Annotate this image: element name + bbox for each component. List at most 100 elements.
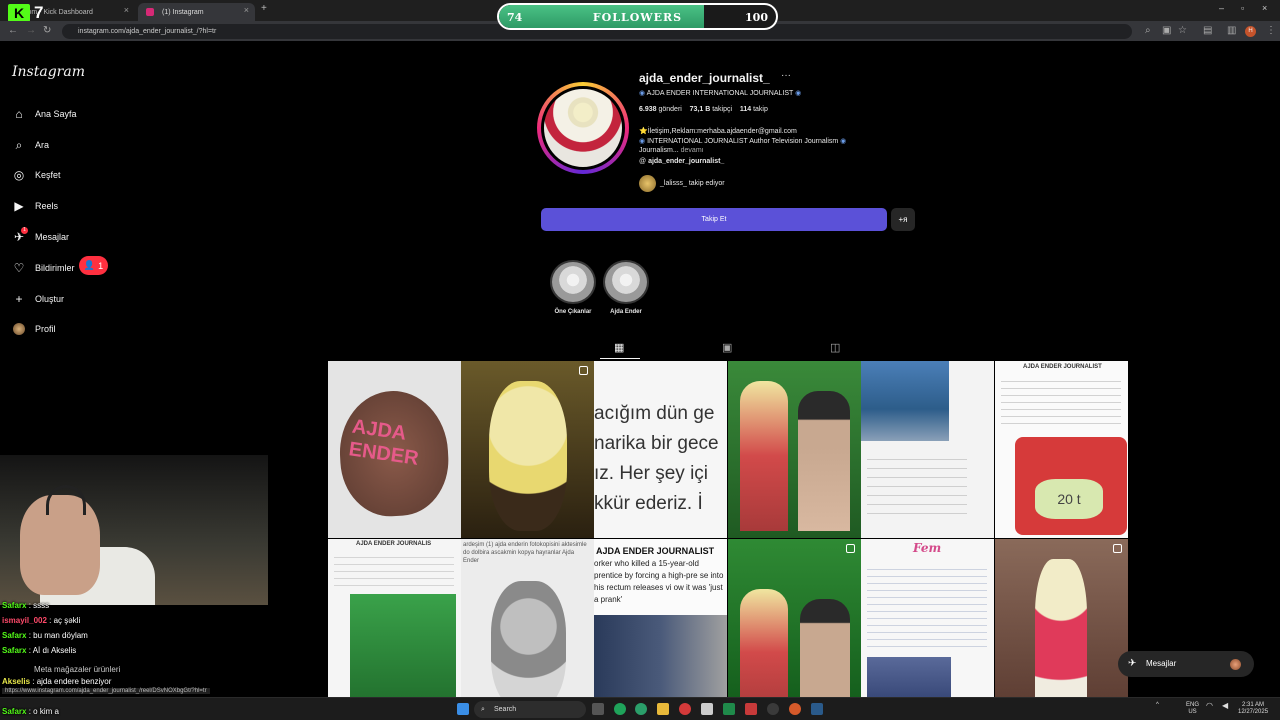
- messages-floating-button[interactable]: ✈ Mesajlar: [1118, 651, 1254, 677]
- post-thumbnail[interactable]: AJDA ENDER JOURNALIST 20 t: [995, 361, 1128, 538]
- cast-icon[interactable]: ▣: [1162, 25, 1171, 36]
- chat-message: Safarx : Aİ dı Akselis: [2, 646, 77, 655]
- sidebar-item-search[interactable]: ⌕ Ara: [12, 134, 49, 156]
- notifications-badge[interactable]: 👤 1: [79, 256, 108, 275]
- chat-message: ismayil_002 : aç şəkli: [2, 616, 81, 625]
- sidebar-item-reels[interactable]: ▶ Reels: [12, 195, 58, 217]
- tray-chevron-icon[interactable]: ^: [1156, 702, 1159, 709]
- sidebar-icon[interactable]: ▥: [1227, 25, 1236, 36]
- post-figure: [740, 589, 788, 697]
- tab-instagram[interactable]: (1) Instagram ×: [138, 3, 255, 21]
- bio-truncated: Journalism... devamı: [639, 147, 704, 154]
- reel-icon: [1113, 544, 1122, 553]
- followers-goal-label: FOLLOWERS: [592, 11, 683, 24]
- instagram-logo[interactable]: Instagram: [12, 64, 85, 80]
- post-thumbnail[interactable]: [861, 361, 994, 538]
- post-thumbnail[interactable]: ardeşim (1) ajda enderin fotokopisini ak…: [461, 539, 594, 697]
- sidebar-item-home[interactable]: ⌂ Ana Sayfa: [12, 103, 76, 125]
- profile-category-line: ◉ AJDA ENDER INTERNATIONAL JOURNALIST ◉: [639, 90, 802, 97]
- network-icon[interactable]: ◠: [1206, 702, 1213, 710]
- close-window-icon[interactable]: ×: [1262, 3, 1267, 13]
- store-icon[interactable]: [701, 703, 713, 715]
- globe-icon: ◉: [795, 90, 802, 97]
- reel-icon: [579, 366, 588, 375]
- reel-icon: [846, 544, 855, 553]
- sidebar-item-notifications[interactable]: ♡ Bildirimler: [12, 257, 75, 279]
- followers-count[interactable]: 73,1 B: [690, 106, 711, 113]
- post-thumbnail[interactable]: acığım dün ge narika bir gece ız. Her şe…: [594, 361, 727, 538]
- minimize-icon[interactable]: –: [1219, 3, 1224, 13]
- obs-icon[interactable]: [767, 703, 779, 715]
- chat-message: Safarx : bu man döylam: [2, 631, 88, 640]
- post-figure: [1035, 559, 1087, 697]
- chrome-icon[interactable]: [614, 703, 626, 715]
- post-thumbnail[interactable]: AJDA ENDER JOURNALIS: [328, 539, 461, 697]
- more-options-icon[interactable]: ···: [781, 70, 791, 81]
- new-tab-button[interactable]: +: [261, 3, 267, 14]
- post-photo: [594, 615, 727, 697]
- sidebar-item-explore[interactable]: ◎ Keşfet: [12, 164, 61, 186]
- profile-avatar-icon[interactable]: H: [1245, 26, 1256, 37]
- extensions-icon[interactable]: ▤: [1203, 25, 1212, 36]
- highlight-label: Ajda Ender: [610, 309, 642, 315]
- suggest-users-button[interactable]: +ᴙ: [891, 208, 915, 231]
- bio-titles: ◉ INTERNATIONAL JOURNALIST Author Televi…: [639, 138, 847, 145]
- grid-icon[interactable]: ▦: [614, 341, 624, 354]
- post-thumbnail[interactable]: AJDA ENDER: [328, 361, 461, 538]
- kick-logo-number: 7: [34, 3, 44, 22]
- forward-icon[interactable]: →: [26, 25, 36, 36]
- post-thumbnail[interactable]: [461, 361, 594, 538]
- link-status-bar: https://www.instagram.com/ajda_ender_jou…: [2, 688, 210, 694]
- post-thumbnail[interactable]: [728, 361, 861, 538]
- post-thumbnail[interactable]: [728, 539, 861, 697]
- followed-by[interactable]: _lalisss_ takip ediyor: [639, 175, 725, 192]
- sidebar-item-profile[interactable]: Profil: [12, 318, 56, 340]
- posts-count: 6.938: [639, 106, 657, 113]
- close-tab-icon[interactable]: ×: [244, 5, 249, 15]
- windows-taskbar: ⌕ Search ^ ENG US ◠ ◀ 2:31 AM 12/27/2025: [0, 697, 1280, 720]
- bookmark-star-icon[interactable]: ☆: [1178, 25, 1187, 36]
- language-indicator[interactable]: ENG US: [1186, 702, 1199, 716]
- followers-target: 100: [745, 11, 768, 24]
- kick-app-icon[interactable]: [723, 703, 735, 715]
- calendar-icon[interactable]: [745, 703, 757, 715]
- plus-icon: +: [15, 292, 23, 306]
- highlight-ajda-ender[interactable]: [603, 260, 649, 304]
- post-thumbnail[interactable]: Fem: [861, 539, 994, 697]
- steam-icon[interactable]: [811, 703, 823, 715]
- chrome-icon[interactable]: [635, 703, 647, 715]
- task-view-icon[interactable]: [592, 703, 604, 715]
- kick-logo-icon: K: [8, 4, 30, 22]
- back-icon[interactable]: ←: [8, 25, 18, 36]
- reels-tab-icon[interactable]: ▣: [722, 341, 732, 354]
- chrome-icon[interactable]: [789, 703, 801, 715]
- follow-button[interactable]: Takip Et: [541, 208, 887, 231]
- profile-username: ajda_ender_journalist_: [639, 71, 770, 85]
- post-thumbnail[interactable]: [995, 539, 1128, 697]
- reload-icon[interactable]: ↻: [43, 25, 51, 36]
- browser-icon[interactable]: [679, 703, 691, 715]
- post-thumbnail[interactable]: AJDA ENDER JOURNALIST orker who killed a…: [594, 539, 727, 697]
- tagged-icon[interactable]: ◫: [830, 341, 840, 354]
- following-count[interactable]: 114: [740, 106, 751, 113]
- taskbar-search[interactable]: ⌕ Search: [474, 701, 586, 718]
- profile-avatar[interactable]: [541, 86, 625, 170]
- volume-icon[interactable]: ◀: [1222, 702, 1228, 710]
- bio-contact: ⭐İletişim,Reklam:merhaba.ajdaender@gmail…: [639, 128, 797, 135]
- clock[interactable]: 2:31 AM 12/27/2025: [1238, 702, 1268, 716]
- bio-more-link[interactable]: devamı: [681, 147, 704, 154]
- sidebar-item-create[interactable]: + Oluştur: [12, 288, 64, 310]
- zoom-icon[interactable]: ⌕: [1145, 25, 1151, 36]
- post-text-lines: [867, 451, 967, 521]
- folder-icon[interactable]: [657, 703, 669, 715]
- maximize-icon[interactable]: ▫: [1241, 3, 1244, 13]
- globe-icon: ◉: [639, 138, 646, 145]
- close-tab-icon[interactable]: ×: [124, 5, 129, 15]
- highlight-one-cikanlar[interactable]: [550, 260, 596, 304]
- menu-dots-icon[interactable]: ⋮: [1266, 25, 1276, 36]
- threads-icon: @: [639, 158, 647, 165]
- threads-link[interactable]: @ ajda_ender_journalist_: [639, 158, 724, 165]
- post-figure: [800, 599, 850, 697]
- windows-start-icon[interactable]: [457, 703, 469, 715]
- post-text-lines: [867, 563, 987, 653]
